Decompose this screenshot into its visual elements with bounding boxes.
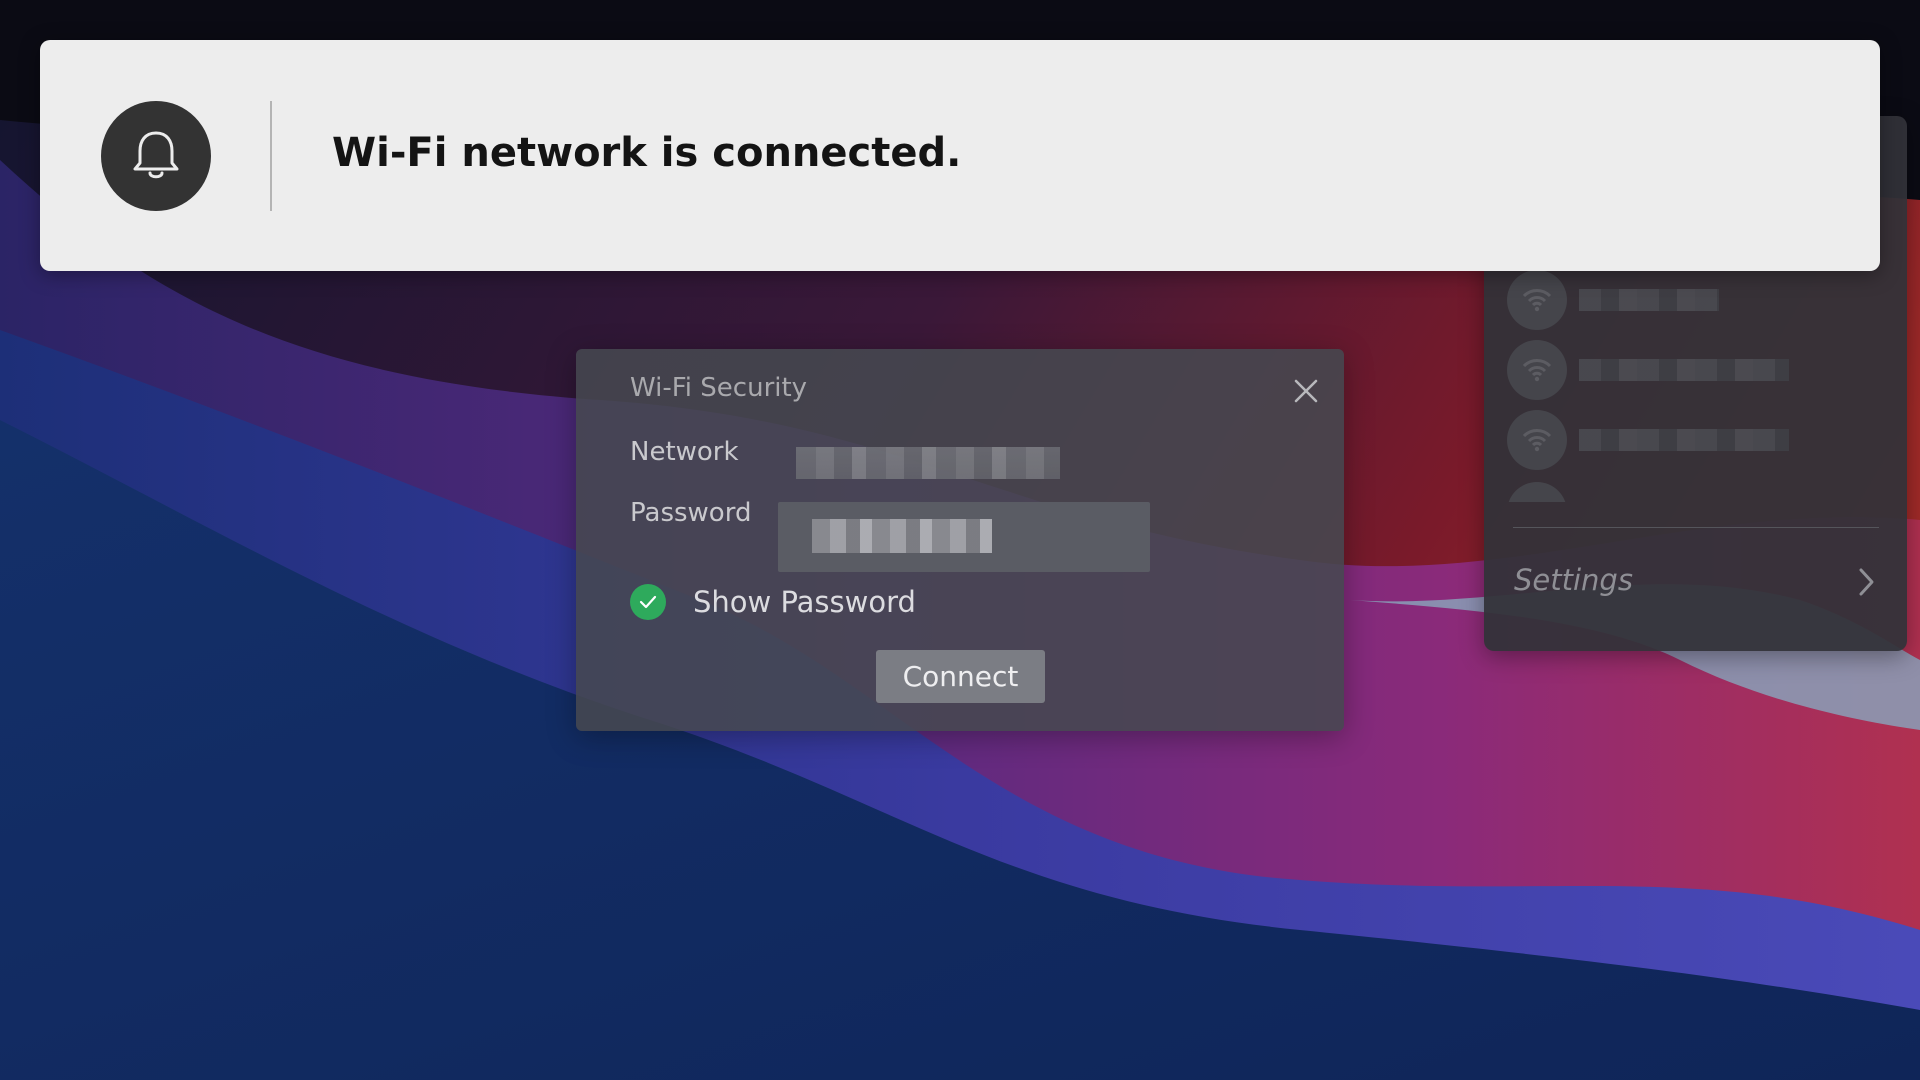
- connect-button[interactable]: Connect: [876, 650, 1045, 703]
- close-icon[interactable]: [1292, 377, 1320, 405]
- wifi-icon: [1507, 270, 1567, 330]
- show-password-toggle[interactable]: Show Password: [630, 581, 950, 621]
- settings-label: Settings: [1514, 563, 1633, 597]
- wifi-network-name-redacted: [1579, 359, 1789, 381]
- network-name-redacted: [796, 447, 1060, 479]
- notification-divider: [270, 101, 272, 211]
- bell-icon: [133, 131, 179, 179]
- wifi-icon: [1507, 410, 1567, 470]
- wifi-network-name-redacted: [1579, 429, 1789, 451]
- notification-message: Wi-Fi network is connected.: [332, 130, 962, 176]
- wifi-network-item[interactable]: [1507, 340, 1887, 400]
- network-label: Network: [630, 437, 739, 467]
- chevron-right-icon: [1852, 565, 1880, 603]
- password-label: Password: [630, 498, 752, 528]
- wifi-network-item-partial[interactable]: [1507, 482, 1567, 502]
- wifi-network-name-redacted: [1579, 289, 1719, 311]
- notification-icon-circle: [101, 101, 211, 211]
- desktop: Settings Wi-Fi network is connected. Wi-…: [0, 0, 1920, 1080]
- dialog-title: Wi-Fi Security: [630, 373, 808, 403]
- wifi-security-dialog: Wi-Fi Security Network Password Show Pas…: [576, 349, 1344, 731]
- checkmark-icon: [630, 584, 666, 620]
- notification-banner[interactable]: Wi-Fi network is connected.: [40, 40, 1880, 271]
- wifi-network-item[interactable]: [1507, 410, 1887, 470]
- wifi-network-item[interactable]: [1507, 270, 1887, 330]
- password-input[interactable]: [778, 502, 1150, 572]
- wifi-icon: [1507, 340, 1567, 400]
- wifi-settings-item[interactable]: Settings: [1484, 541, 1907, 621]
- wifi-icon: [1507, 482, 1567, 502]
- show-password-label: Show Password: [693, 585, 916, 619]
- password-value-redacted: [812, 519, 992, 553]
- panel-divider: [1513, 527, 1879, 528]
